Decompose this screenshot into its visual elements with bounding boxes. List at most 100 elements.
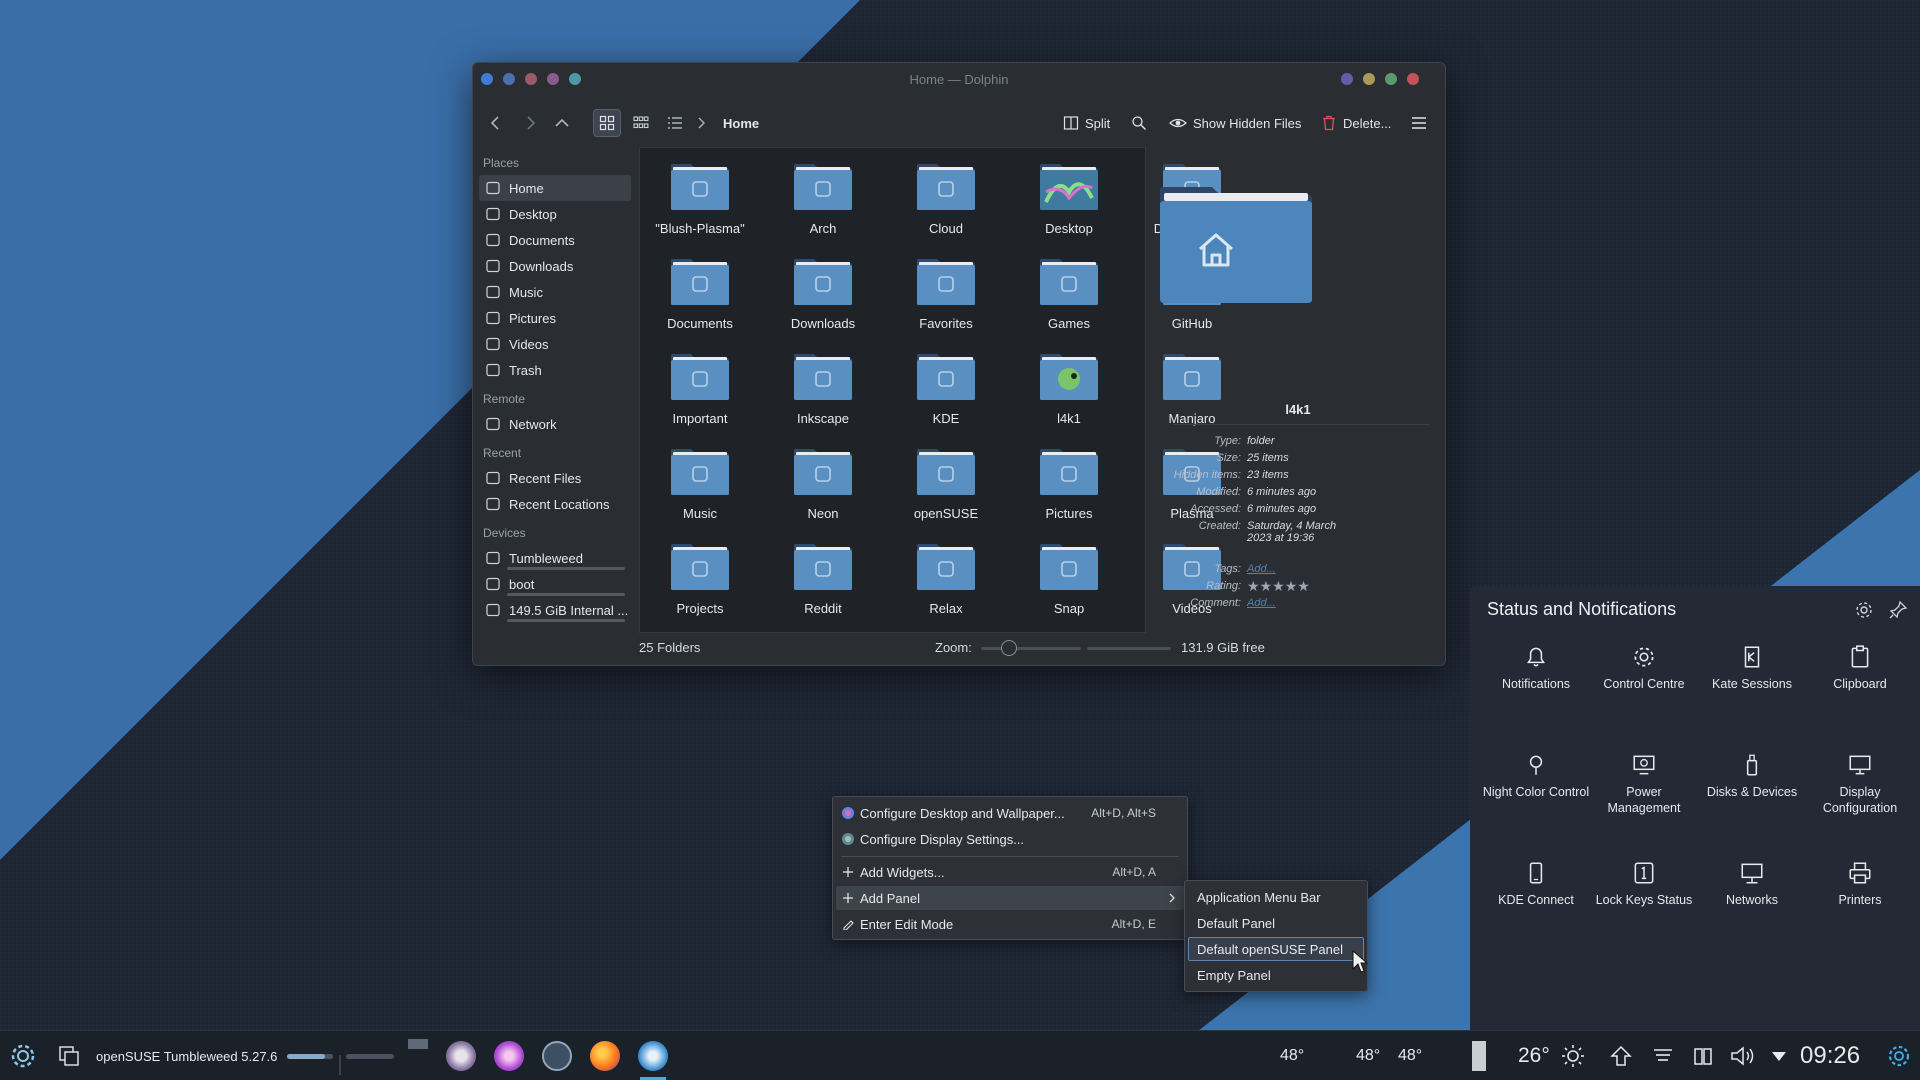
folder-item[interactable]: Downloads [773,257,873,352]
digital-clock[interactable]: 09:26 [1800,1031,1860,1080]
activity-name[interactable]: openSUSE Tumbleweed 5.27.6 [96,1031,277,1080]
back-button[interactable] [487,109,505,137]
application-launcher[interactable] [8,1031,38,1080]
taskbar-app-settings[interactable] [542,1031,572,1080]
tray-widget-lock-keys-status[interactable]: Lock Keys Status [1590,860,1698,908]
configure-desktop-item[interactable]: Configure Desktop and Wallpaper... Alt+D… [836,801,1184,825]
settings-gear-icon[interactable] [1854,600,1874,620]
folder-item[interactable]: Cloud [896,162,996,257]
rating-stars[interactable]: ★★★★★ [1247,578,1337,594]
pager-desktop[interactable] [408,1039,428,1049]
volume-tray-button[interactable] [1728,1031,1758,1080]
tray-widget-kate-sessions[interactable]: Kate Sessions [1698,644,1806,692]
sidebar-item-pictures[interactable]: Pictures [479,305,631,331]
star-icon[interactable]: ★ [1260,578,1273,594]
close-button[interactable] [1407,73,1419,85]
submenu-item[interactable]: Application Menu Bar [1188,885,1364,909]
submenu-item[interactable]: Default openSUSE Panel [1188,937,1364,961]
add-comment-link[interactable]: Add... [1247,597,1337,609]
pager[interactable] [404,1035,432,1075]
book-tray-button[interactable] [1690,1031,1716,1080]
add-tags-link[interactable]: Add... [1247,563,1337,575]
search-button[interactable] [1131,109,1147,137]
details-view-button[interactable] [661,109,689,137]
tray-widget-kde-connect[interactable]: KDE Connect [1482,860,1590,908]
tray-widget-printers[interactable]: Printers [1806,860,1914,908]
tray-widget-power-management[interactable]: Power Management [1590,752,1698,816]
weather-widget[interactable] [1560,1031,1586,1080]
taskbar-app-launcher[interactable] [446,1031,476,1080]
keep-above-button[interactable] [1341,73,1353,85]
up-button[interactable] [553,109,571,137]
tray-widget-disks-devices[interactable]: Disks & Devices [1698,752,1806,800]
sidebar-item-home[interactable]: Home [479,175,631,201]
star-icon[interactable]: ★ [1285,578,1298,594]
compact-view-button[interactable] [627,109,655,137]
zoom-slider-track[interactable] [981,647,1081,650]
star-icon[interactable]: ★ [1247,578,1260,594]
sidebar-item-recent-locations[interactable]: Recent Locations [479,491,631,517]
filter-tray-button[interactable] [1650,1031,1676,1080]
sidebar-item-network[interactable]: Network [479,411,631,437]
submenu-item[interactable]: Default Panel [1188,911,1364,935]
breadcrumb-home[interactable]: Home [723,109,759,137]
folder-item[interactable]: Relax [896,542,996,637]
zoom-slider-handle[interactable] [1001,640,1017,656]
add-panel-item[interactable]: Add Panel [836,886,1184,910]
folder-item[interactable]: Important [650,352,750,447]
panel-configure-button[interactable] [1884,1031,1914,1080]
split-button[interactable]: Split [1063,109,1110,137]
add-widgets-item[interactable]: Add Widgets... Alt+D, A [836,860,1184,884]
folder-item[interactable]: l4k1 [1019,352,1119,447]
folder-item[interactable]: Favorites [896,257,996,352]
icons-view-button[interactable] [593,109,621,137]
tray-widget-networks[interactable]: Networks [1698,860,1806,908]
taskbar-app-store[interactable] [494,1031,524,1080]
folder-item[interactable]: openSUSE [896,447,996,542]
sidebar-item-trash[interactable]: Trash [479,357,631,383]
folder-item[interactable]: "Blush-Plasma" [650,162,750,257]
taskbar-app-dolphin[interactable] [638,1031,668,1080]
folder-item[interactable]: Documents [650,257,750,352]
taskbar-app-firefox[interactable] [590,1031,620,1080]
weather-temperature[interactable]: 26° [1518,1031,1550,1080]
tray-widget-clipboard[interactable]: Clipboard [1806,644,1914,692]
tray-widget-notifications[interactable]: Notifications [1482,644,1590,692]
sidebar-item-149-5-gib-internal[interactable]: 149.5 GiB Internal ... [479,597,631,623]
delete-button[interactable]: Delete... [1321,109,1391,137]
star-icon[interactable]: ★ [1297,578,1310,594]
sidebar-item-videos[interactable]: Videos [479,331,631,357]
sidebar-item-music[interactable]: Music [479,279,631,305]
folder-item[interactable]: Arch [773,162,873,257]
sidebar-item-boot[interactable]: boot [479,571,631,597]
updates-tray-button[interactable] [1608,1031,1634,1080]
tray-widget-night-color-control[interactable]: Night Color Control [1482,752,1590,800]
tray-expander[interactable] [1768,1031,1790,1080]
enter-edit-mode-item[interactable]: Enter Edit Mode Alt+D, E [836,912,1184,936]
sidebar-item-downloads[interactable]: Downloads [479,253,631,279]
submenu-item[interactable]: Empty Panel [1188,963,1364,987]
folder-item[interactable]: Projects [650,542,750,637]
folder-item[interactable]: Inkscape [773,352,873,447]
breadcrumb-separator[interactable] [695,109,707,137]
folder-item[interactable]: Pictures [1019,447,1119,542]
folder-item[interactable]: Desktop [1019,162,1119,257]
sidebar-item-recent-files[interactable]: Recent Files [479,465,631,491]
show-desktop-button[interactable] [54,1031,84,1080]
tray-widget-display-configuration[interactable]: Display Configuration [1806,752,1914,816]
titlebar[interactable]: Home — Dolphin [473,63,1445,95]
folder-item[interactable]: KDE [896,352,996,447]
folder-item[interactable]: Snap [1019,542,1119,637]
configure-display-item[interactable]: Configure Display Settings... [836,827,1184,851]
show-hidden-files-button[interactable]: Show Hidden Files [1169,109,1301,137]
sidebar-item-documents[interactable]: Documents [479,227,631,253]
pin-icon[interactable] [1888,600,1908,620]
folder-item[interactable]: Music [650,447,750,542]
star-icon[interactable]: ★ [1272,578,1285,594]
sidebar-item-desktop[interactable]: Desktop [479,201,631,227]
forward-button[interactable] [521,109,539,137]
hamburger-menu-button[interactable] [1411,109,1427,137]
folder-item[interactable]: Neon [773,447,873,542]
sidebar-item-tumbleweed[interactable]: Tumbleweed [479,545,631,571]
tray-widget-control-centre[interactable]: Control Centre [1590,644,1698,692]
